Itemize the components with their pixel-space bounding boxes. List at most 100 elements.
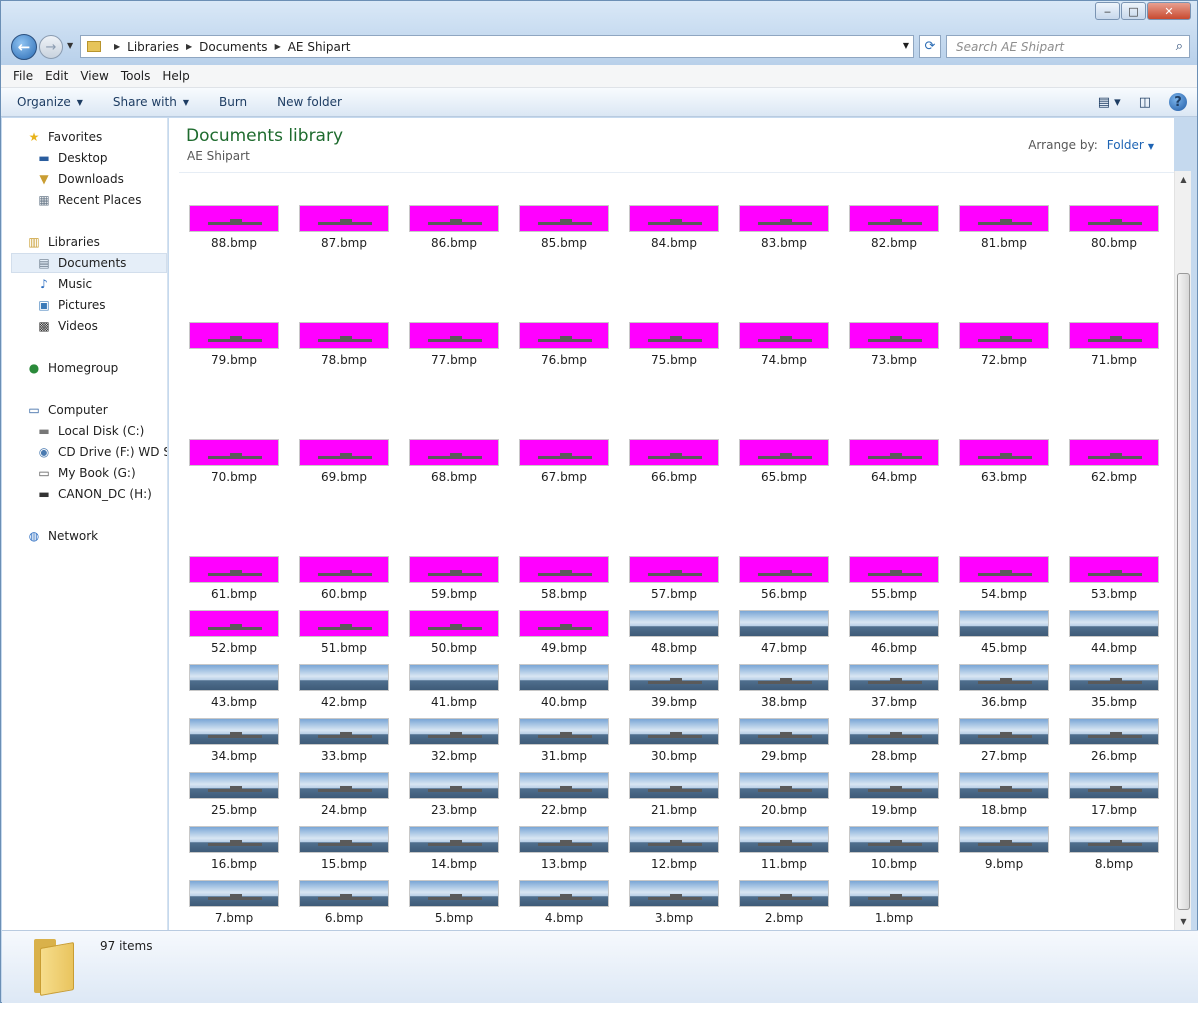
nav-desktop[interactable]: ▬ Desktop (36, 148, 107, 168)
file-item[interactable]: 59.bmp (409, 556, 499, 601)
chevron-down-icon[interactable]: ▼ (1148, 142, 1154, 151)
file-item[interactable]: 2.bmp (739, 880, 829, 925)
file-item[interactable]: 65.bmp (739, 439, 829, 484)
file-item[interactable]: 12.bmp (629, 826, 719, 871)
menu-view[interactable]: View (80, 69, 108, 83)
file-item[interactable]: 69.bmp (299, 439, 389, 484)
nav-cd-drive[interactable]: ◉ CD Drive (F:) WD Sm (36, 442, 167, 462)
file-item[interactable]: 68.bmp (409, 439, 499, 484)
nav-favorites[interactable]: ★ Favorites (26, 127, 103, 147)
nav-computer[interactable]: ▭ Computer (26, 400, 107, 420)
file-item[interactable]: 25.bmp (189, 772, 279, 817)
file-item[interactable]: 84.bmp (629, 205, 719, 250)
chevron-right-icon[interactable]: ▶ (275, 42, 281, 51)
chevron-right-icon[interactable]: ▶ (114, 42, 120, 51)
file-item[interactable]: 13.bmp (519, 826, 609, 871)
file-item[interactable]: 76.bmp (519, 322, 609, 367)
search-input[interactable]: Search AE Shipart ⌕ (946, 35, 1190, 58)
file-item[interactable]: 40.bmp (519, 664, 609, 709)
nav-documents[interactable]: ▤ Documents (11, 253, 167, 273)
file-item[interactable]: 11.bmp (739, 826, 829, 871)
file-item[interactable]: 35.bmp (1069, 664, 1159, 709)
file-item[interactable]: 78.bmp (299, 322, 389, 367)
menu-tools[interactable]: Tools (121, 69, 151, 83)
file-item[interactable]: 44.bmp (1069, 610, 1159, 655)
file-item[interactable]: 62.bmp (1069, 439, 1159, 484)
file-item[interactable]: 55.bmp (849, 556, 939, 601)
file-item[interactable]: 51.bmp (299, 610, 389, 655)
file-item[interactable]: 52.bmp (189, 610, 279, 655)
file-item[interactable]: 81.bmp (959, 205, 1049, 250)
nav-local-disk[interactable]: ▬ Local Disk (C:) (36, 421, 144, 441)
file-item[interactable]: 79.bmp (189, 322, 279, 367)
file-item[interactable]: 4.bmp (519, 880, 609, 925)
file-item[interactable]: 20.bmp (739, 772, 829, 817)
file-item[interactable]: 31.bmp (519, 718, 609, 763)
menu-edit[interactable]: Edit (45, 69, 68, 83)
file-item[interactable]: 82.bmp (849, 205, 939, 250)
file-item[interactable]: 66.bmp (629, 439, 719, 484)
nav-recent-places[interactable]: ▦ Recent Places (36, 190, 141, 210)
file-item[interactable]: 42.bmp (299, 664, 389, 709)
chevron-right-icon[interactable]: ▶ (186, 42, 192, 51)
breadcrumb-documents[interactable]: Documents (199, 40, 267, 54)
file-item[interactable]: 54.bmp (959, 556, 1049, 601)
new-folder-button[interactable]: New folder (277, 95, 342, 109)
file-item[interactable]: 50.bmp (409, 610, 499, 655)
file-item[interactable]: 53.bmp (1069, 556, 1159, 601)
help-icon[interactable]: ? (1169, 93, 1187, 111)
file-item[interactable]: 8.bmp (1069, 826, 1159, 871)
file-item[interactable]: 49.bmp (519, 610, 609, 655)
file-item[interactable]: 74.bmp (739, 322, 829, 367)
file-item[interactable]: 30.bmp (629, 718, 719, 763)
file-item[interactable]: 17.bmp (1069, 772, 1159, 817)
back-button[interactable]: ← (11, 34, 37, 60)
file-item[interactable]: 34.bmp (189, 718, 279, 763)
nav-canon[interactable]: ▬ CANON_DC (H:) (36, 484, 152, 504)
file-item[interactable]: 45.bmp (959, 610, 1049, 655)
file-item[interactable]: 88.bmp (189, 205, 279, 250)
nav-videos[interactable]: ▩ Videos (36, 316, 98, 336)
file-item[interactable]: 38.bmp (739, 664, 829, 709)
file-item[interactable]: 37.bmp (849, 664, 939, 709)
file-item[interactable]: 6.bmp (299, 880, 389, 925)
file-item[interactable]: 48.bmp (629, 610, 719, 655)
menu-help[interactable]: Help (162, 69, 189, 83)
breadcrumb-ae-shipart[interactable]: AE Shipart (288, 40, 351, 54)
file-item[interactable]: 32.bmp (409, 718, 499, 763)
file-item[interactable]: 67.bmp (519, 439, 609, 484)
file-item[interactable]: 77.bmp (409, 322, 499, 367)
change-view-icon[interactable]: ▤ ▾ (1098, 95, 1121, 110)
minimize-button[interactable]: ‒ (1095, 2, 1120, 20)
address-dropdown-icon[interactable]: ▼ (903, 41, 909, 50)
file-item[interactable]: 57.bmp (629, 556, 719, 601)
scroll-up-icon[interactable]: ▲ (1175, 171, 1192, 188)
file-item[interactable]: 43.bmp (189, 664, 279, 709)
file-item[interactable]: 58.bmp (519, 556, 609, 601)
menu-file[interactable]: File (13, 69, 33, 83)
preview-pane-icon[interactable]: ◫ (1139, 95, 1151, 110)
nav-my-book[interactable]: ▭ My Book (G:) (36, 463, 135, 483)
file-item[interactable]: 36.bmp (959, 664, 1049, 709)
file-item[interactable]: 73.bmp (849, 322, 939, 367)
file-item[interactable]: 3.bmp (629, 880, 719, 925)
file-item[interactable]: 87.bmp (299, 205, 389, 250)
nav-music[interactable]: ♪ Music (36, 274, 92, 294)
file-item[interactable]: 1.bmp (849, 880, 939, 925)
close-button[interactable]: ✕ (1147, 2, 1191, 20)
file-item[interactable]: 72.bmp (959, 322, 1049, 367)
organize-button[interactable]: Organize ▼ (17, 95, 83, 109)
file-item[interactable]: 29.bmp (739, 718, 829, 763)
share-with-button[interactable]: Share with ▼ (113, 95, 189, 109)
file-item[interactable]: 63.bmp (959, 439, 1049, 484)
address-bar[interactable]: ▶ Libraries ▶ Documents ▶ AE Shipart ▼ (80, 35, 914, 58)
file-item[interactable]: 14.bmp (409, 826, 499, 871)
file-item[interactable]: 64.bmp (849, 439, 939, 484)
scrollbar-thumb[interactable] (1177, 273, 1190, 910)
file-item[interactable]: 22.bmp (519, 772, 609, 817)
file-item[interactable]: 47.bmp (739, 610, 829, 655)
file-item[interactable]: 9.bmp (959, 826, 1049, 871)
file-item[interactable]: 83.bmp (739, 205, 829, 250)
file-item[interactable]: 18.bmp (959, 772, 1049, 817)
file-item[interactable]: 41.bmp (409, 664, 499, 709)
